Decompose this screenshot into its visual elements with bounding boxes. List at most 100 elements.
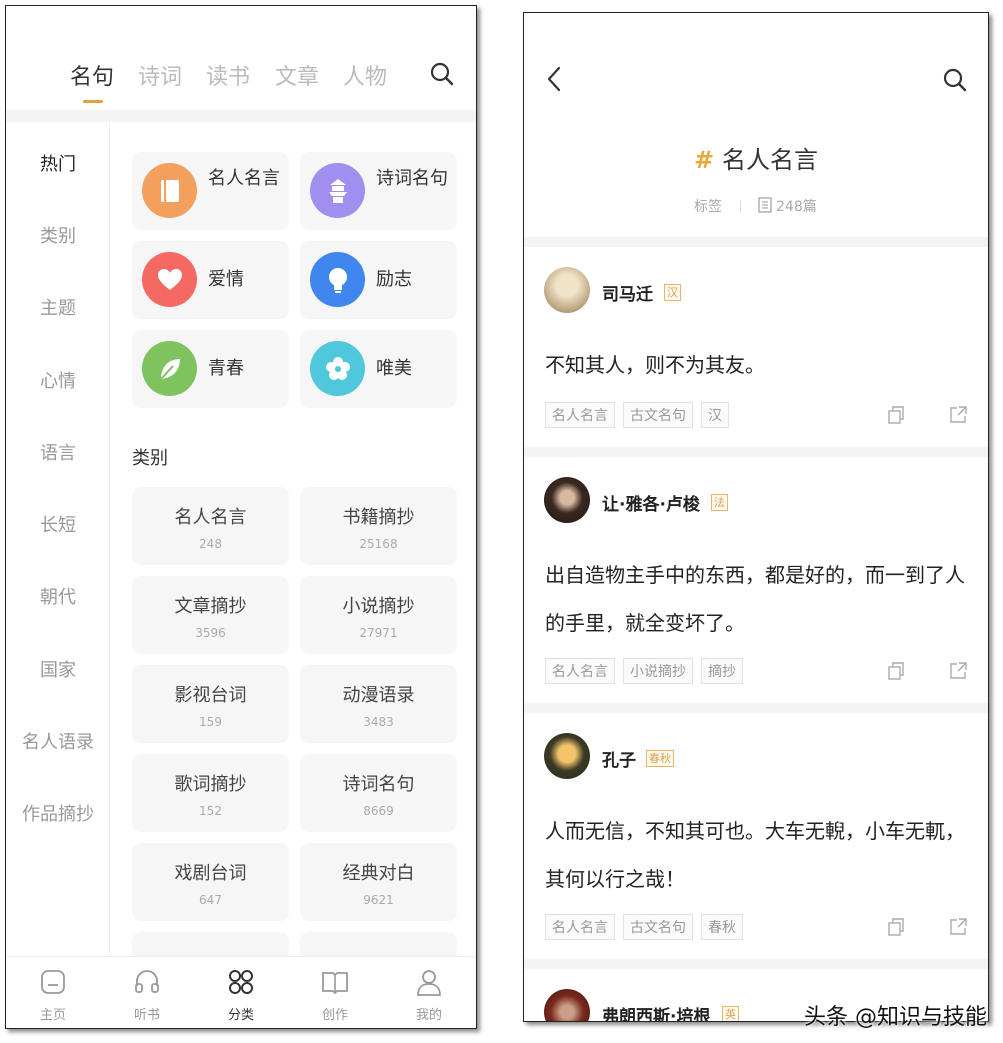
leaf-icon <box>142 341 197 396</box>
author-name[interactable]: 让·雅各·卢梭 <box>602 490 700 515</box>
nav-create[interactable]: 创作 <box>288 957 382 1028</box>
home-icon <box>41 970 65 994</box>
back-arrow-icon[interactable] <box>544 65 564 93</box>
copy-icon[interactable] <box>886 405 906 425</box>
category-card[interactable]: 文章摘抄 3596 <box>132 576 289 654</box>
tag-chip[interactable]: 春秋 <box>701 914 743 940</box>
author-name[interactable]: 弗朗西斯·培根 <box>602 1002 710 1021</box>
tag-chip[interactable]: 名人名言 <box>545 402 615 428</box>
sidebar-item-famous-quotes[interactable]: 名人语录 <box>6 728 110 754</box>
divider <box>524 447 988 457</box>
feature-card-youth[interactable]: 青春 <box>132 330 289 408</box>
nav-label: 听书 <box>133 1008 160 1023</box>
share-icon[interactable] <box>948 661 968 681</box>
feature-card-label: 励志 <box>376 269 412 290</box>
tab-mingju[interactable]: 名句 <box>70 59 114 91</box>
divider <box>524 237 988 247</box>
tag-chip[interactable]: 名人名言 <box>545 658 615 684</box>
share-icon[interactable] <box>948 917 968 937</box>
sidebar-item-type[interactable]: 类别 <box>6 222 110 248</box>
sidebar-item-excerpts[interactable]: 作品摘抄 <box>6 800 110 826</box>
quote-card[interactable]: 让·雅各·卢梭 法 出自造物主手中的东西，都是好的，而一到了人的手里，就全变坏了… <box>524 457 988 703</box>
category-name: 戏剧台词 <box>174 863 247 884</box>
era-badge: 汉 <box>664 284 681 301</box>
category-name: 文章摘抄 <box>174 596 247 617</box>
tag-chip[interactable]: 名人名言 <box>545 914 615 940</box>
nav-profile[interactable]: 我的 <box>382 957 476 1028</box>
category-count: 647 <box>199 893 222 907</box>
feature-card-inspiration[interactable]: 励志 <box>300 241 457 319</box>
tag-chip[interactable]: 古文名句 <box>623 402 693 428</box>
nav-listen[interactable]: 听书 <box>100 957 194 1028</box>
category-card[interactable]: 诗词名句 8669 <box>300 754 457 832</box>
tag-chip[interactable]: 古文名句 <box>623 914 693 940</box>
feature-card-famous-quotes[interactable]: 名人名言 <box>132 152 289 230</box>
category-card[interactable]: 名人名言 248 <box>132 487 289 565</box>
category-count: 3483 <box>363 715 394 729</box>
avatar[interactable] <box>544 267 590 313</box>
era-badge: 法 <box>711 494 728 511</box>
quote-card[interactable]: 孔子 春秋 人而无信，不知其可也。大车无輗，小车无軏，其何以行之哉！ 名人名言 … <box>524 713 988 959</box>
category-card[interactable]: 经典对白 9621 <box>300 843 457 921</box>
category-card[interactable]: 影视台词 159 <box>132 665 289 743</box>
tab-wenzhang[interactable]: 文章 <box>275 59 319 91</box>
flower-icon <box>310 341 365 396</box>
avatar[interactable] <box>544 733 590 779</box>
lightbulb-icon <box>310 252 365 307</box>
category-card[interactable]: 歌词摘抄 152 <box>132 754 289 832</box>
category-card[interactable]: 戏剧台词 647 <box>132 843 289 921</box>
search-icon[interactable] <box>942 67 968 93</box>
nav-label: 创作 <box>321 1008 348 1023</box>
era-badge: 春秋 <box>646 750 674 767</box>
quote-card[interactable]: 司马迁 汉 不知其人，则不为其友。 名人名言 古文名句 汉 <box>524 247 988 447</box>
sidebar-item-theme[interactable]: 主题 <box>6 294 110 320</box>
sidebar-item-dynasty[interactable]: 朝代 <box>6 583 110 609</box>
sidebar-item-country[interactable]: 国家 <box>6 656 110 682</box>
search-icon[interactable] <box>429 61 455 87</box>
sidebar-item-mood[interactable]: 心情 <box>6 367 110 393</box>
divider <box>524 959 988 969</box>
nav-category[interactable]: 分类 <box>194 957 288 1028</box>
feature-card-love[interactable]: 爱情 <box>132 241 289 319</box>
nav-home[interactable]: 主页 <box>6 957 100 1028</box>
copy-icon[interactable] <box>886 917 906 937</box>
quote-text[interactable]: 人而无信，不知其可也。大车无輗，小车无軏，其何以行之哉！ <box>545 807 970 903</box>
book-icon <box>142 163 197 218</box>
sidebar-item-hot[interactable]: 热门 <box>6 150 110 176</box>
tag-chip[interactable]: 小说摘抄 <box>623 658 693 684</box>
tab-dushu[interactable]: 读书 <box>206 59 250 91</box>
category-card[interactable]: 小说摘抄 27971 <box>300 576 457 654</box>
feature-card-label: 青春 <box>208 358 244 379</box>
sidebar-item-length[interactable]: 长短 <box>6 511 110 537</box>
pagoda-icon <box>310 163 365 218</box>
category-card[interactable]: 书籍摘抄 25168 <box>300 487 457 565</box>
tag-chips: 名人名言 小说摘抄 摘抄 <box>545 658 743 684</box>
tag-chips: 名人名言 古文名句 汉 <box>545 402 729 428</box>
era-badge: 英 <box>722 1006 739 1021</box>
quote-text[interactable]: 出自造物主手中的东西，都是好的，而一到了人的手里，就全变坏了。 <box>545 551 970 647</box>
copy-icon[interactable] <box>886 661 906 681</box>
tag-chip[interactable]: 汉 <box>701 402 729 428</box>
tab-shici[interactable]: 诗词 <box>138 59 182 91</box>
tag-chip[interactable]: 摘抄 <box>701 658 743 684</box>
category-name: 歌词摘抄 <box>174 774 247 795</box>
category-count: 3596 <box>195 626 226 640</box>
author-name[interactable]: 司马迁 <box>602 280 653 305</box>
feature-card-poetry[interactable]: 诗词名句 <box>300 152 457 230</box>
feature-card-beauty[interactable]: 唯美 <box>300 330 457 408</box>
category-card[interactable]: 动漫语录 3483 <box>300 665 457 743</box>
category-count: 9621 <box>363 893 394 907</box>
avatar[interactable] <box>544 989 590 1021</box>
document-icon <box>758 197 772 213</box>
avatar[interactable] <box>544 477 590 523</box>
section-title: 类别 <box>132 448 168 469</box>
share-icon[interactable] <box>948 405 968 425</box>
category-name: 书籍摘抄 <box>342 507 415 528</box>
hashtag-icon: # <box>693 146 715 174</box>
author-name[interactable]: 孔子 <box>602 746 636 771</box>
sidebar-item-language[interactable]: 语言 <box>6 439 110 465</box>
bottom-nav: 主页 听书 分类 创作 我的 <box>6 956 476 1028</box>
top-tab-bar: 名句 诗词 读书 文章 人物 <box>6 6 476 110</box>
tab-renwu[interactable]: 人物 <box>343 59 387 91</box>
quote-text[interactable]: 不知其人，则不为其友。 <box>545 341 970 389</box>
